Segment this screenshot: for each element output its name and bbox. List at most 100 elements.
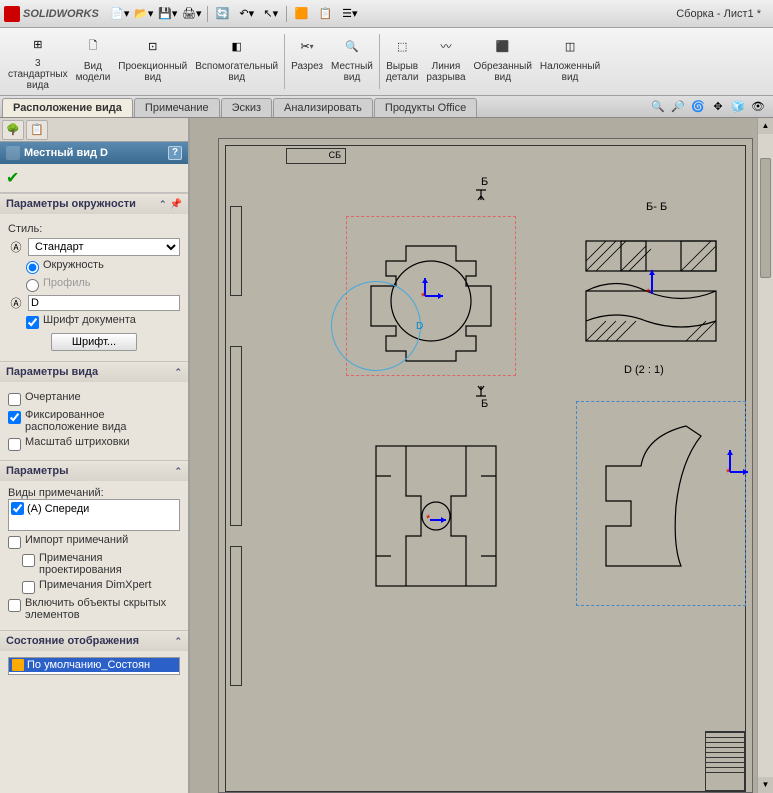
section-circle-params: Параметры окружности ⌃ 📌 Стиль: Ⓐ Станда… <box>0 193 188 361</box>
design-annotations-checkbox[interactable] <box>22 554 35 567</box>
ribbon-section-view[interactable]: ✂▾Разрез <box>287 30 327 93</box>
tab-view-layout[interactable]: Расположение вида <box>2 98 133 117</box>
hidden-items-checkbox[interactable] <box>8 599 21 612</box>
ribbon-detail-view[interactable]: 🔍Местныйвид <box>327 30 377 93</box>
display-state-list[interactable]: По умолчанию_Состоян <box>8 657 180 675</box>
section-header-circle[interactable]: Параметры окружности ⌃ 📌 <box>0 194 188 214</box>
tab-sketch[interactable]: Эскиз <box>221 98 272 117</box>
outline-checkbox[interactable] <box>8 393 21 406</box>
ribbon-projected-view[interactable]: ⊡Проекционныйвид <box>114 30 191 93</box>
print-button[interactable]: 🖨▾ <box>181 4 203 24</box>
manager-tabs: 🌳 📋 <box>0 118 188 142</box>
app-name: SOLIDWORKS <box>23 8 99 20</box>
section-display-state: Состояние отображения ⌃ По умолчанию_Сос… <box>0 630 188 681</box>
section-marker-top: Б <box>481 176 488 188</box>
detail-view-header-icon <box>6 146 20 160</box>
ribbon-model-view[interactable]: 🗋Видмодели <box>72 30 115 93</box>
name-icon: Ⓐ <box>8 295 24 311</box>
zoom-area-icon[interactable]: 🔎 <box>669 97 687 115</box>
ribbon-3-standard-views[interactable]: ⊞3стандартныхвида <box>4 30 72 93</box>
section-marker-bottom: Б <box>481 398 488 410</box>
origin-marker: * <box>641 266 663 296</box>
detail-scale-label: D (2 : 1) <box>624 364 664 376</box>
document-title: Сборка - Лист1 * <box>676 8 761 20</box>
display-style-icon[interactable]: 🧊 <box>729 97 747 115</box>
zoom-fit-icon[interactable]: 🔍 <box>649 97 667 115</box>
svg-text:*: * <box>421 291 426 300</box>
help-button[interactable]: ? <box>168 146 182 160</box>
ribbon-break-line[interactable]: 〰Линияразрыва <box>422 30 469 93</box>
pan-icon[interactable]: ✥ <box>709 97 727 115</box>
collapse-icon: ⌃ <box>174 367 182 378</box>
broken-out-icon: ⬚ <box>388 32 416 60</box>
view-tools: 🔍 🔎 🌀 ✥ 🧊 👁 <box>643 95 773 117</box>
property-manager: 🌳 📋 Местный вид D ? ✔ Параметры окружнос… <box>0 118 190 793</box>
rotate-icon[interactable]: 🌀 <box>689 97 707 115</box>
style-select[interactable]: Стандарт <box>28 238 180 256</box>
font-button[interactable]: Шрифт... <box>51 333 137 351</box>
property-tab[interactable]: 📋 <box>26 120 48 140</box>
radio-profile[interactable] <box>26 279 39 292</box>
origin-marker: * <box>421 274 447 300</box>
select-button[interactable]: ↖▾ <box>260 4 282 24</box>
radio-circle[interactable] <box>26 261 39 274</box>
confirm-bar: ✔ <box>0 164 188 193</box>
scroll-down-icon[interactable]: ▼ <box>758 777 773 793</box>
zone-ruler <box>230 206 242 296</box>
undo-button[interactable]: ↶▾ <box>236 4 258 24</box>
macro-button[interactable]: 📋 <box>315 4 337 24</box>
zone-ruler <box>230 346 242 526</box>
rebuild-button[interactable]: 🔄 <box>212 4 234 24</box>
tab-office[interactable]: Продукты Office <box>374 98 477 117</box>
new-button[interactable]: 📄▾ <box>109 4 131 24</box>
annot-types-label: Виды примечаний: <box>8 487 104 499</box>
title-block <box>705 731 745 791</box>
svg-text:*: * <box>646 287 651 296</box>
drawing-sheet: СБ Б Б- Б D <box>218 138 753 793</box>
section-icon: ✂▾ <box>293 32 321 60</box>
section-header-params[interactable]: Параметры ⌃ <box>0 461 188 481</box>
options-button[interactable]: 🟧 <box>291 4 313 24</box>
dimxpert-annotations-checkbox[interactable] <box>22 581 35 594</box>
scroll-up-icon[interactable]: ▲ <box>758 118 773 134</box>
open-button[interactable]: 📂▾ <box>133 4 155 24</box>
command-tabs: Расположение вида Примечание Эскиз Анали… <box>0 96 773 118</box>
feature-tree-tab[interactable]: 🌳 <box>2 120 24 140</box>
views-icon: ⊞ <box>24 32 52 57</box>
fixed-position-checkbox[interactable] <box>8 411 21 424</box>
annotation-views-list[interactable]: (A) Спереди <box>8 499 180 531</box>
ribbon-crop-view[interactable]: ⬛Обрезанныйвид <box>470 30 536 93</box>
svg-text:*: * <box>726 467 731 476</box>
collapse-icon: ⌃ <box>174 636 182 647</box>
tab-annotation[interactable]: Примечание <box>134 98 220 117</box>
tab-evaluate[interactable]: Анализировать <box>273 98 373 117</box>
alternate-icon: ◫ <box>556 32 584 60</box>
hide-show-icon[interactable]: 👁 <box>749 97 767 115</box>
zone-ruler <box>230 546 242 686</box>
ok-button[interactable]: ✔ <box>6 170 19 187</box>
section-parameters: Параметры ⌃ Виды примечаний: (A) Спереди… <box>0 460 188 630</box>
display-state-icon <box>12 659 24 671</box>
vertical-scrollbar[interactable]: ▲ ▼ <box>757 118 773 793</box>
detail-label-d: D <box>416 321 423 332</box>
scroll-thumb[interactable] <box>760 158 771 278</box>
detail-circle[interactable] <box>331 281 421 371</box>
section-header-display[interactable]: Состояние отображения ⌃ <box>0 631 188 651</box>
auxiliary-view-icon: ◧ <box>223 32 251 60</box>
pin-icon[interactable]: 📌 <box>170 199 182 210</box>
detail-name-input[interactable] <box>28 295 180 311</box>
doc-font-checkbox[interactable] <box>26 316 39 329</box>
ribbon-alternate-position[interactable]: ◫Наложенныйвид <box>536 30 604 93</box>
model-view-icon: 🗋 <box>79 32 107 60</box>
import-annotations-checkbox[interactable] <box>8 536 21 549</box>
drawing-canvas[interactable]: ▲ ▼ СБ Б Б- Б <box>190 118 773 793</box>
ribbon-broken-out[interactable]: ⬚Вырывдетали <box>382 30 423 93</box>
settings-button[interactable]: ☰▾ <box>339 4 361 24</box>
solidworks-logo-icon <box>4 6 20 22</box>
hatch-scale-checkbox[interactable] <box>8 438 21 451</box>
part-section-bb <box>581 236 721 356</box>
save-button[interactable]: 💾▾ <box>157 4 179 24</box>
front-view-checkbox[interactable] <box>11 502 24 515</box>
section-header-view[interactable]: Параметры вида ⌃ <box>0 362 188 382</box>
ribbon-auxiliary-view[interactable]: ◧Вспомогательныйвид <box>191 30 282 93</box>
